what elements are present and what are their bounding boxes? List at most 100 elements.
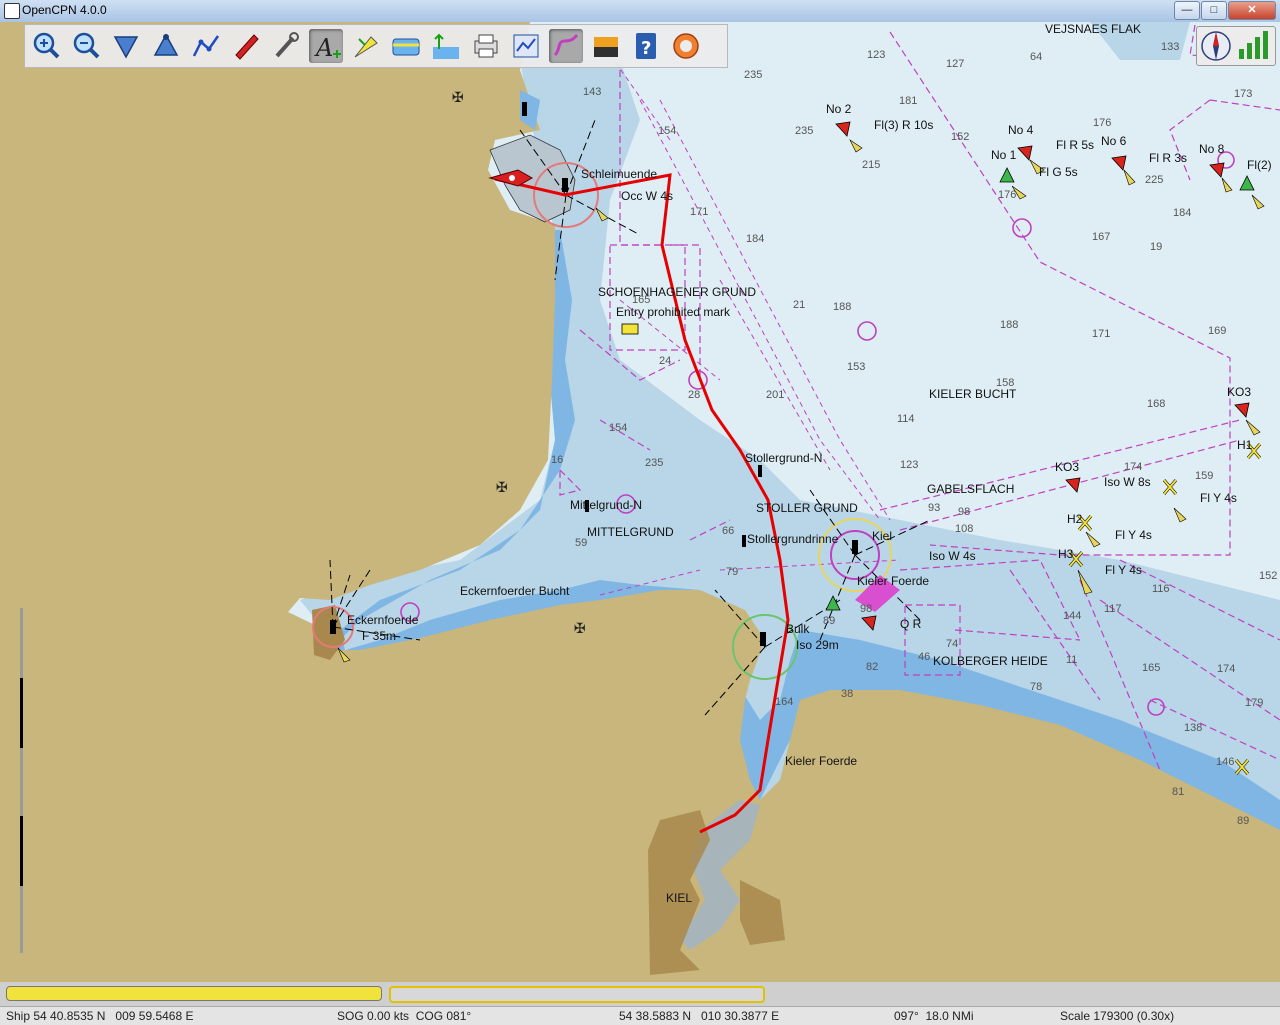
depth-sounding: 167: [1092, 231, 1110, 243]
label-f-35m: F 35m: [362, 629, 396, 643]
chart-canvas[interactable]: ✠ ✠ ✠ VEJSNAES FLAK Schleimuende Occ W 4…: [0, 22, 1280, 982]
text-icon: A: [314, 34, 341, 62]
depth-sounding: 188: [1000, 319, 1018, 331]
ais-icon: [392, 38, 420, 56]
label-iso-29m: Iso 29m: [796, 638, 839, 652]
svg-text:✠: ✠: [452, 90, 464, 106]
depth-sounding: 173: [1234, 88, 1252, 100]
track-icon: [553, 33, 579, 57]
print-icon: [474, 34, 498, 58]
settings-icon: [275, 32, 299, 58]
depth-sounding: 117: [1104, 603, 1122, 615]
depth-sounding: 153: [847, 361, 865, 373]
label-no1: No 1: [991, 148, 1017, 162]
depth-sounding: 116: [1152, 583, 1170, 595]
color-scheme-button[interactable]: [589, 29, 623, 63]
track-button[interactable]: [549, 29, 583, 63]
depth-sounding: 108: [955, 523, 973, 535]
label-ko3-east: KO3: [1227, 385, 1251, 399]
depth-sounding: 235: [645, 457, 663, 469]
depth-sounding: 184: [1173, 207, 1191, 219]
label-fl3-r-10s: Fl(3) R 10s: [874, 118, 933, 132]
label-stoller-grund: STOLLER GRUND: [756, 501, 858, 515]
compass-widget[interactable]: [1196, 26, 1276, 66]
depth-sounding: 181: [899, 95, 917, 107]
settings-button[interactable]: [269, 29, 303, 63]
color-scheme-icon: [594, 37, 618, 57]
depth-sounding: 143: [583, 86, 601, 98]
depth-sounding: 114: [897, 413, 915, 425]
depth-sounding: 138: [1184, 722, 1202, 734]
ais-button[interactable]: [389, 29, 423, 63]
route-button[interactable]: [189, 29, 223, 63]
depth-sounding: 28: [688, 389, 700, 401]
maximize-button[interactable]: □: [1201, 1, 1227, 20]
depth-sounding: 174: [1124, 461, 1142, 473]
chart-scale: Scale 179300 (0.30x): [1060, 1009, 1175, 1023]
mob-button[interactable]: [669, 29, 703, 63]
label-entry-prohibited: Entry prohibited mark: [616, 305, 731, 319]
depth-sounding: 78: [1030, 681, 1042, 693]
depth-sounding: 165: [1142, 662, 1160, 674]
label-fl-y-4s-east: Fl Y 4s: [1200, 491, 1237, 505]
tide-button[interactable]: [429, 29, 463, 63]
scale-down-button[interactable]: [109, 29, 143, 63]
label-occ-w-4s: Occ W 4s: [621, 189, 673, 203]
depth-sounding: 123: [867, 49, 885, 61]
minimize-button[interactable]: —: [1174, 1, 1200, 20]
depth-sounding: 16: [551, 454, 563, 466]
route-manager-button[interactable]: [509, 29, 543, 63]
label-iso-w-4s: Iso W 4s: [929, 549, 976, 563]
label-schoenhagener-grund: SCHOENHAGENER GRUND: [598, 285, 756, 299]
depth-sounding: 46: [918, 651, 930, 663]
label-no4: No 4: [1008, 123, 1034, 137]
route-icon: [192, 35, 220, 57]
depth-sounding: 146: [1216, 756, 1234, 768]
label-bulk: Bulk: [786, 622, 810, 636]
scale-up-icon: [153, 33, 179, 56]
depth-sounding: 64: [1030, 51, 1042, 63]
label-kieler-foerde-light: Kieler Foerde: [857, 574, 929, 588]
print-button[interactable]: [469, 29, 503, 63]
depth-sounding: 11: [1066, 654, 1077, 666]
scale-up-button[interactable]: [149, 29, 183, 63]
zoom-in-icon: [33, 32, 60, 59]
label-no2: No 2: [826, 102, 852, 116]
zoom-in-button[interactable]: [29, 29, 63, 63]
chart-bar-key[interactable]: [389, 986, 765, 1003]
depth-sounding: 169: [1208, 325, 1226, 337]
label-eckernfoerder-bucht: Eckernfoerder Bucht: [460, 584, 570, 598]
label-kiel-light: Kiel: [872, 529, 892, 543]
depth-sounding: 201: [766, 389, 784, 401]
current-tide-button[interactable]: [349, 29, 383, 63]
ship-position: Ship 54 40.8535 N 009 59.5468 E: [6, 1009, 194, 1023]
depth-sounding: 133: [1161, 41, 1179, 53]
depth-sounding: 127: [946, 58, 964, 70]
depth-sounding: 89: [1237, 815, 1249, 827]
depth-sounding: 171: [690, 206, 708, 218]
label-gabelsflach: GABELSFLACH: [927, 482, 1014, 496]
label-stollergrundrinne: Stollergrundrinne: [747, 532, 839, 546]
auto-follow-button[interactable]: [229, 29, 263, 63]
label-kiel-city: KIEL: [666, 891, 692, 905]
label-fl-r-3s: Fl R 3s: [1149, 151, 1187, 165]
zoom-out-button[interactable]: [69, 29, 103, 63]
label-fl-g-5s: Fl G 5s: [1039, 165, 1078, 179]
depth-sounding: 235: [744, 69, 762, 81]
sog-cog: SOG 0.00 kts COG 081°: [337, 1009, 472, 1023]
label-h1: H1: [1237, 438, 1253, 452]
depth-sounding: 19: [1150, 241, 1162, 253]
svg-text:✠: ✠: [496, 480, 508, 496]
label-fl-y-4s-mid: Fl Y 4s: [1115, 528, 1152, 542]
app-icon: [4, 3, 20, 19]
label-schleimuende: Schleimuende: [581, 167, 657, 181]
close-button[interactable]: ✕: [1228, 1, 1276, 20]
text-button[interactable]: A: [309, 29, 343, 63]
depth-sounding: 82: [866, 661, 878, 673]
mob-icon: [673, 33, 699, 59]
label-h3: H3: [1058, 547, 1074, 561]
help-button[interactable]: ?: [629, 29, 663, 63]
chart-bar-key-active[interactable]: [6, 986, 382, 1001]
depth-sounding: 144: [1063, 610, 1081, 622]
main-toolbar: A?: [24, 24, 728, 68]
